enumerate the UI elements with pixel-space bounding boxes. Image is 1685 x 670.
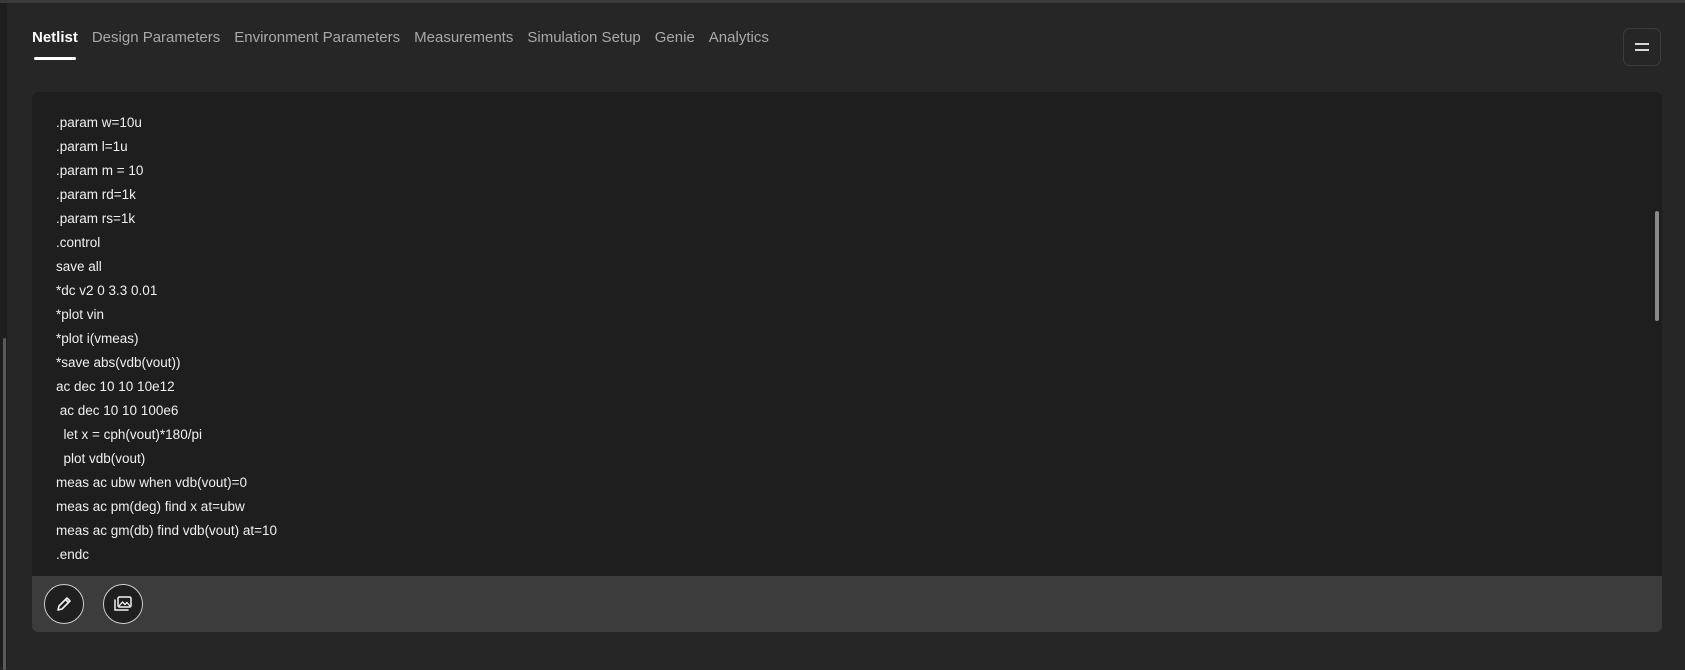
tab-bar: Netlist Design Parameters Environment Pa… [32,28,769,62]
code-line: .param w=10u [56,115,142,130]
code-line: *save abs(vdb(vout)) [56,355,181,370]
code-line: let x = cph(vout)*180/pi [56,427,202,442]
code-line: ac dec 10 10 10e12 [56,379,175,394]
pencil-icon [57,597,71,611]
image-gallery-button[interactable] [103,584,143,624]
code-line: .param m = 10 [56,163,144,178]
tab-measurements[interactable]: Measurements [414,28,513,62]
code-line: .endc [56,547,90,562]
images-icon [114,596,132,611]
code-line: .param rd=1k [56,187,136,202]
code-line: meas ac gm(db) find vdb(vout) at=10 [56,523,277,538]
code-line: plot vdb(vout) [56,451,146,466]
tab-netlist[interactable]: Netlist [32,28,78,62]
code-lines: .param w=10u .param l=1u .param m = 10 .par… [56,111,277,567]
code-line: .control [56,235,101,250]
code-line: .param l=1u [56,139,128,154]
code-line: ac dec 10 10 100e6 [56,403,179,418]
left-scrollbar-track[interactable] [0,3,7,670]
editor-scrollbar-thumb[interactable] [1655,211,1659,321]
tab-design-parameters[interactable]: Design Parameters [92,28,220,62]
code-line: meas ac ubw when vdb(vout)=0 [56,475,247,490]
code-line: *plot vin [56,307,105,322]
left-scrollbar-thumb[interactable] [3,338,6,670]
tab-analytics[interactable]: Analytics [709,28,769,62]
menu-icon [1635,43,1649,51]
code-line: *dc v2 0 3.3 0.01 [56,283,158,298]
menu-button[interactable] [1623,28,1661,66]
netlist-editor: .param w=10u .param l=1u .param m = 10 .par… [32,92,1662,632]
code-line: *plot i(vmeas) [56,331,139,346]
code-line: save all [56,259,102,274]
tab-environment-parameters[interactable]: Environment Parameters [234,28,400,62]
tab-genie[interactable]: Genie [655,28,695,62]
netlist-code-area[interactable]: .param w=10u .param l=1u .param m = 10 .par… [32,92,1662,576]
code-line: meas ac pm(deg) find x at=ubw [56,499,245,514]
edit-button[interactable] [44,584,84,624]
window-top-border [0,0,1685,3]
editor-toolbar [32,576,1662,632]
code-line: .param rs=1k [56,211,136,226]
tab-simulation-setup[interactable]: Simulation Setup [527,28,640,62]
